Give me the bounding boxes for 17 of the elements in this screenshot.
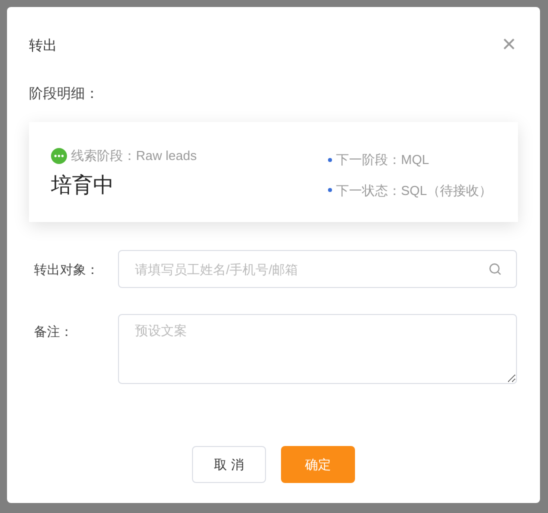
field-label: 转出对象： — [34, 261, 100, 279]
search-field[interactable]: 请填写员工姓名/手机号/邮箱 — [118, 250, 517, 288]
remark-field[interactable]: 预设文案 — [118, 314, 517, 384]
stage-status: 培育中 — [51, 172, 115, 198]
cancel-button[interactable]: 取 消 — [192, 446, 266, 483]
confirm-button[interactable]: 确定 — [281, 446, 355, 483]
field-label: 备注： — [34, 323, 74, 341]
next-step-text: 下一状态：SQL（待接收） — [336, 182, 492, 200]
bullet-icon — [328, 158, 332, 162]
close-button[interactable]: × — [502, 33, 516, 57]
chat-icon — [51, 148, 67, 164]
bullet-icon — [328, 188, 332, 192]
next-step-text: 下一阶段：MQL — [336, 151, 430, 169]
section-label: 阶段明细： — [29, 84, 99, 103]
search-icon — [489, 263, 501, 275]
stage-label: 线索阶段：Raw leads — [71, 147, 197, 165]
dialog-title: 转出 — [29, 36, 57, 54]
